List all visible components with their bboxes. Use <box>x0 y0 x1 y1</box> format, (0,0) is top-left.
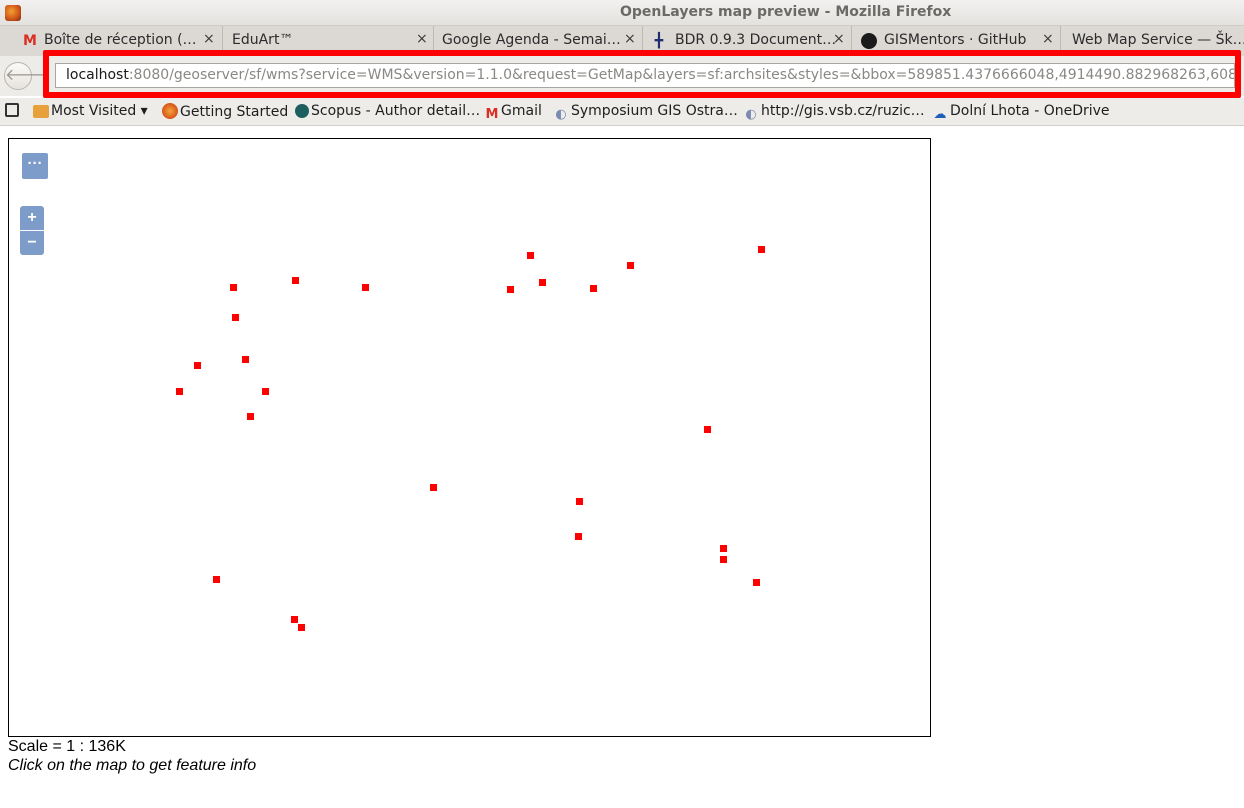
bookmark-label: http://gis.vsb.cz/ruzic… <box>761 103 925 119</box>
bookmarks-bar: Most Visited ▾ Getting Started Scopus - … <box>0 98 1244 126</box>
firefox-icon <box>162 103 178 119</box>
map-feature-point[interactable] <box>362 284 369 291</box>
bookmark-symposium[interactable]: ◐ Symposium GIS Ostra… <box>553 103 738 122</box>
page-icon: ◐ <box>555 107 567 122</box>
map-feature-point[interactable] <box>720 556 727 563</box>
map-feature-point[interactable] <box>753 579 760 586</box>
layer-switcher-button[interactable]: ··· <box>22 153 48 179</box>
feature-info-hint: Click on the map to get feature info <box>8 757 257 774</box>
map-feature-point[interactable] <box>758 246 765 253</box>
window-titlebar: OpenLayers map preview - Mozilla Firefox <box>0 0 1244 26</box>
bookmark-onedrive[interactable]: ☁ Dolní Lhota - OneDrive <box>932 103 1110 122</box>
map-feature-point[interactable] <box>298 624 305 631</box>
tab-label: BDR 0.9.3 Document… <box>675 32 837 48</box>
map-feature-point[interactable] <box>704 426 711 433</box>
map-feature-point[interactable] <box>575 533 582 540</box>
map-feature-point[interactable] <box>507 286 514 293</box>
map-feature-point[interactable] <box>262 388 269 395</box>
back-arrow-icon: 🡐 <box>5 67 48 84</box>
tab-label: Google Agenda - Semai… <box>442 32 621 48</box>
bookmark-label: Symposium GIS Ostra… <box>571 103 738 119</box>
close-icon[interactable]: × <box>203 31 215 47</box>
bookmark-gis-vsb[interactable]: ◐ http://gis.vsb.cz/ruzic… <box>743 103 925 122</box>
map-feature-point[interactable] <box>292 277 299 284</box>
tab-label: Web Map Service — Šk… <box>1072 32 1244 48</box>
bookmark-label: Getting Started <box>180 104 289 120</box>
map-feature-point[interactable] <box>213 576 220 583</box>
map-feature-point[interactable] <box>230 284 237 291</box>
scale-indicator: Scale = 1 : 136K <box>8 738 126 755</box>
close-icon[interactable]: × <box>833 31 845 47</box>
map-feature-point[interactable] <box>627 262 634 269</box>
tab-label: GISMentors · GitHub <box>884 32 1027 48</box>
map-feature-point[interactable] <box>176 388 183 395</box>
bookmark-gmail[interactable]: M Gmail <box>485 103 542 122</box>
zoom-out-button[interactable]: − <box>20 231 44 255</box>
tab-label: EduArt™ <box>232 32 294 48</box>
scopus-icon <box>295 104 309 118</box>
bookmark-getting-started[interactable]: Getting Started <box>162 103 288 121</box>
close-icon[interactable]: × <box>624 31 636 47</box>
url-host: localhost <box>66 67 129 83</box>
close-icon[interactable]: × <box>1042 31 1054 47</box>
bookmark-scopus[interactable]: Scopus - Author detail… <box>295 103 480 121</box>
tab-label: Boîte de réception (… <box>44 32 197 48</box>
map-feature-point[interactable] <box>527 252 534 259</box>
map-feature-point[interactable] <box>247 413 254 420</box>
map-feature-point[interactable] <box>291 616 298 623</box>
zoom-in-button[interactable]: + <box>20 206 44 230</box>
firefox-icon <box>5 5 21 21</box>
map-feature-point[interactable] <box>590 285 597 292</box>
show-bookmarks-icon[interactable] <box>5 103 19 117</box>
url-field[interactable]: localhost:8080/geoserver/sf/wms?service=… <box>55 63 1235 88</box>
bookmark-label: Gmail <box>501 103 542 119</box>
gmail-icon: M <box>485 107 499 122</box>
map-feature-point[interactable] <box>232 314 239 321</box>
onedrive-icon: ☁ <box>933 107 947 122</box>
map-feature-point[interactable] <box>242 356 249 363</box>
folder-icon <box>33 105 49 118</box>
bookmark-label: Scopus - Author detail… <box>311 103 481 119</box>
map-feature-point[interactable] <box>720 545 727 552</box>
bookmark-label: Dolní Lhota - OneDrive <box>950 103 1110 119</box>
bdr-icon: ╋ <box>654 33 664 49</box>
bookmark-label: Most Visited ▾ <box>51 103 148 119</box>
page-icon: ◐ <box>745 107 757 122</box>
map-viewport[interactable]: ··· + − <box>8 138 931 737</box>
map-feature-point[interactable] <box>539 279 546 286</box>
url-path: :8080/geoserver/sf/wms?service=WMS&versi… <box>128 67 1235 83</box>
map-feature-point[interactable] <box>576 498 583 505</box>
github-icon <box>861 33 877 49</box>
gmail-icon: M <box>23 33 37 49</box>
back-button[interactable]: 🡐 <box>4 62 48 90</box>
window-title: OpenLayers map preview - Mozilla Firefox <box>620 4 952 20</box>
map-feature-point[interactable] <box>430 484 437 491</box>
map-feature-point[interactable] <box>194 362 201 369</box>
bookmark-most-visited[interactable]: Most Visited ▾ <box>33 103 148 121</box>
close-icon[interactable]: × <box>416 31 428 47</box>
